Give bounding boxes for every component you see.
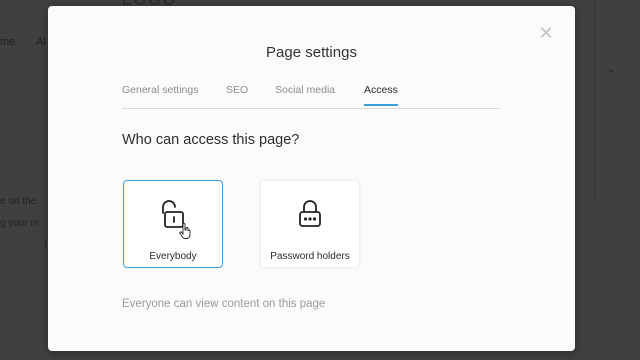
background-nav-item: Al bbox=[36, 36, 46, 48]
option-label: Everybody bbox=[149, 251, 197, 262]
tab-seo[interactable]: SEO bbox=[226, 84, 248, 104]
background-nav-item: me bbox=[0, 36, 16, 48]
tab-access[interactable]: Access bbox=[364, 84, 398, 106]
page-settings-dialog: ✕ Page settings General settings SEO Soc… bbox=[48, 6, 575, 351]
access-question: Who can access this page? bbox=[122, 132, 300, 148]
background-side-panel bbox=[594, 0, 640, 200]
tab-general-settings[interactable]: General settings bbox=[122, 84, 198, 104]
hand-pointer-icon bbox=[179, 223, 191, 239]
background-text: I bbox=[44, 240, 47, 251]
access-description: Everyone can view content on this page bbox=[122, 298, 326, 310]
tab-bar: General settings SEO Social media Access bbox=[122, 84, 500, 109]
chevron-down-icon: ⌄ bbox=[607, 64, 616, 75]
background-text: e on the bbox=[0, 196, 37, 207]
tab-social-media[interactable]: Social media bbox=[275, 84, 335, 104]
access-option-password-holders[interactable]: Password holders bbox=[260, 180, 360, 268]
password-padlock-icon bbox=[299, 200, 321, 227]
access-option-everybody[interactable]: Everybody bbox=[123, 180, 223, 268]
close-icon[interactable]: ✕ bbox=[537, 24, 555, 42]
option-label: Password holders bbox=[270, 251, 350, 262]
background-text: g your m bbox=[0, 218, 39, 229]
dialog-title: Page settings bbox=[266, 44, 357, 61]
